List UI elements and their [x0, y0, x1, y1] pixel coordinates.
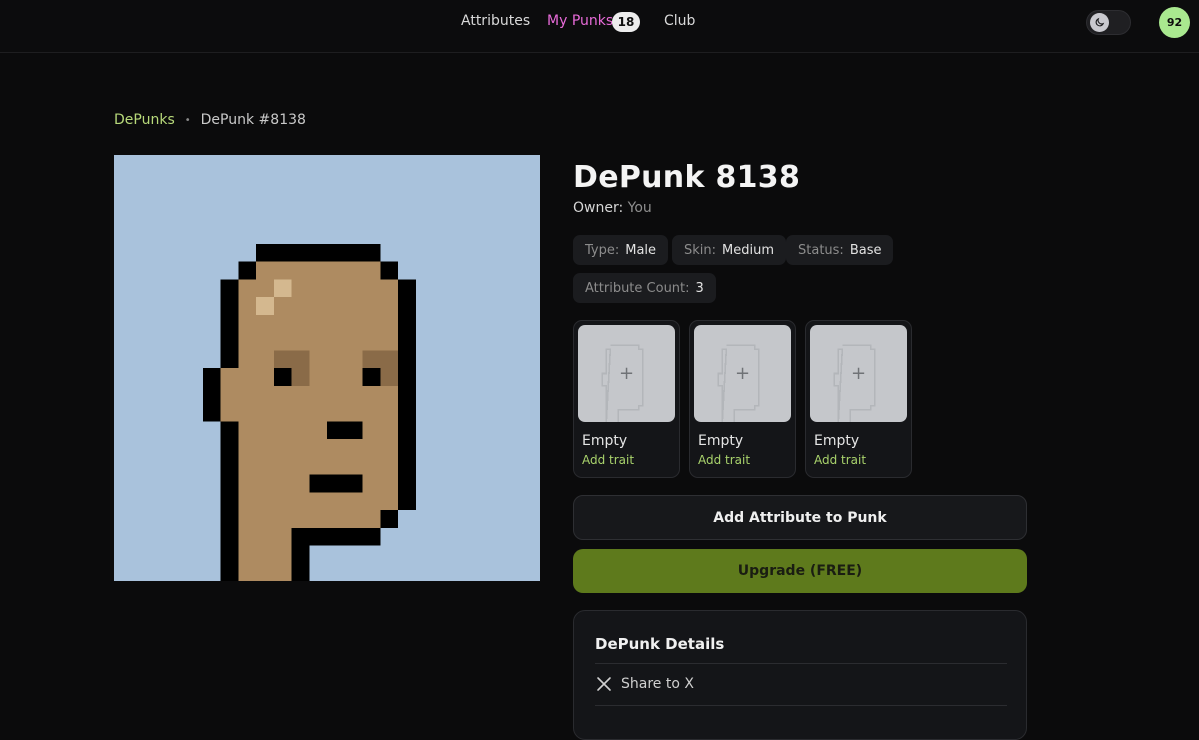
add-trait-link[interactable]: Add trait	[582, 453, 634, 467]
x-logo-icon	[595, 675, 613, 693]
chip-type: Type: Male	[573, 235, 669, 265]
my-punks-count-badge: 18	[612, 12, 640, 32]
add-trait-link[interactable]: Add trait	[814, 453, 866, 467]
trait-slot-1[interactable]: + Empty Add trait	[573, 320, 680, 478]
trait-slot-3[interactable]: + Empty Add trait	[805, 320, 912, 478]
trait-slot-title: Empty	[582, 433, 628, 449]
details-card: DePunk Details Share to X	[573, 610, 1027, 740]
punk-title: DePunk 8138	[573, 160, 801, 195]
owner-value: You	[627, 200, 652, 216]
chip-key: Status:	[798, 242, 844, 258]
nav-attributes[interactable]: Attributes	[461, 13, 530, 29]
details-title: DePunk Details	[595, 635, 725, 653]
divider	[595, 663, 1007, 664]
add-trait-link[interactable]: Add trait	[698, 453, 750, 467]
trait-slot-title: Empty	[814, 433, 860, 449]
trait-slot-title: Empty	[698, 433, 744, 449]
punk-pixel-art	[114, 155, 540, 581]
moon-icon	[1090, 13, 1109, 32]
owner-line: Owner: You	[573, 200, 652, 216]
nav-club[interactable]: Club	[664, 13, 695, 29]
user-avatar[interactable]: 92	[1159, 7, 1190, 38]
main-nav: Attributes My Punks 18 Club	[0, 0, 1199, 44]
chip-key: Attribute Count:	[585, 280, 690, 296]
trait-slot-2[interactable]: + Empty Add trait	[689, 320, 796, 478]
plus-icon: +	[850, 363, 867, 384]
chip-status: Status: Base	[786, 235, 894, 265]
breadcrumb-current: DePunk #8138	[200, 112, 306, 128]
trait-slot-thumbnail: +	[810, 325, 907, 422]
divider	[595, 705, 1007, 706]
chip-attribute-count: Attribute Count: 3	[573, 273, 716, 303]
breadcrumb-separator-dot: •	[184, 114, 191, 126]
nav-my-punks[interactable]: My Punks	[547, 13, 613, 29]
trait-slot-thumbnail: +	[694, 325, 791, 422]
top-bar: Attributes My Punks 18 Club 92	[0, 0, 1199, 53]
breadcrumb-root[interactable]: DePunks	[114, 112, 175, 128]
breadcrumb: DePunks • DePunk #8138	[114, 112, 306, 128]
add-attribute-button[interactable]: Add Attribute to Punk	[573, 495, 1027, 540]
trait-slot-thumbnail: +	[578, 325, 675, 422]
plus-icon: +	[734, 363, 751, 384]
chip-value: 3	[695, 280, 704, 296]
punk-image	[114, 155, 540, 581]
share-to-x-link[interactable]: Share to X	[595, 675, 694, 693]
plus-icon: +	[618, 363, 635, 384]
chip-skin: Skin: Medium	[672, 235, 786, 265]
owner-label: Owner:	[573, 200, 624, 216]
chip-value: Base	[849, 242, 882, 258]
chip-key: Skin:	[684, 242, 717, 258]
chip-value: Medium	[722, 242, 774, 258]
upgrade-button[interactable]: Upgrade (FREE)	[573, 549, 1027, 593]
chip-key: Type:	[585, 242, 620, 258]
chip-value: Male	[625, 242, 657, 258]
theme-toggle[interactable]	[1086, 10, 1131, 35]
share-label: Share to X	[621, 676, 694, 692]
